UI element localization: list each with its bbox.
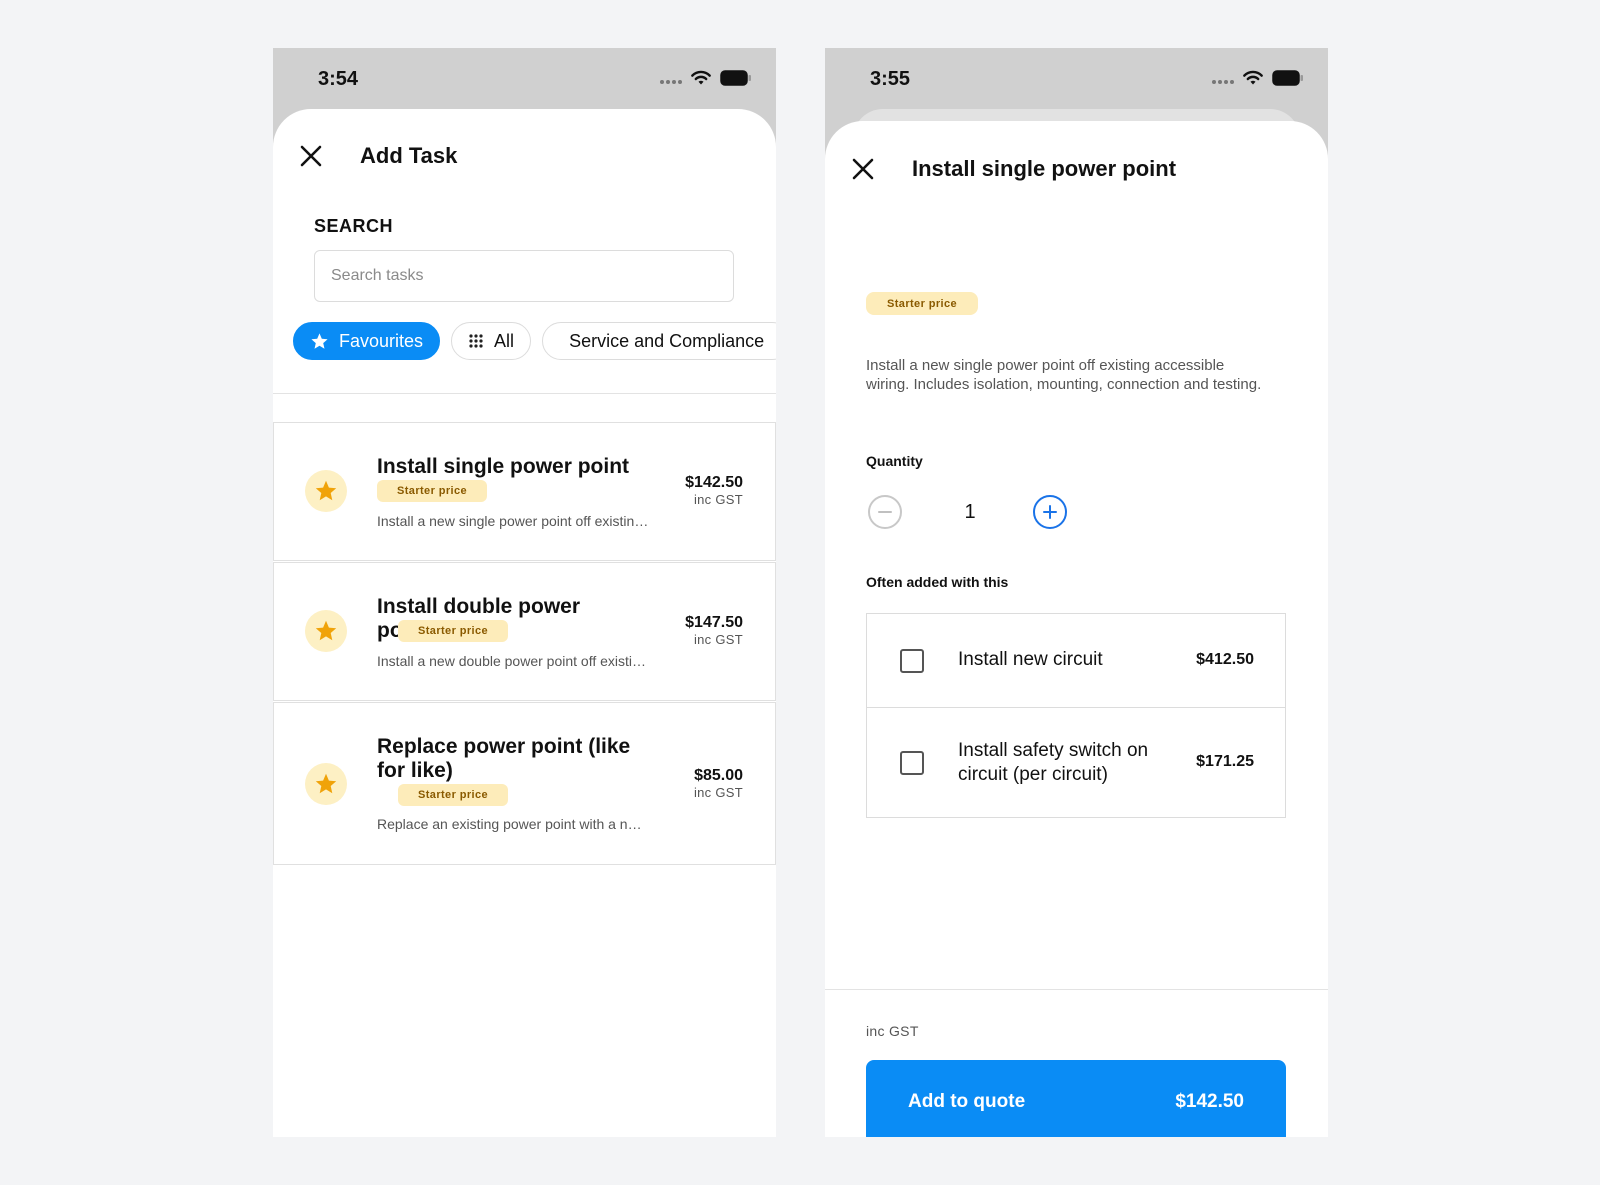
star-icon <box>315 480 337 501</box>
close-icon <box>852 158 874 180</box>
filter-all-label: All <box>494 330 515 351</box>
addon-list: Install new circuit $412.50 Install safe… <box>866 613 1286 818</box>
addon-name: Install safety switch on circuit (per ci… <box>958 740 1149 785</box>
star-icon <box>311 332 328 349</box>
starter-price-badge: Starter price <box>398 620 509 642</box>
filter-service-compliance-label: Service and Compliance <box>569 330 765 351</box>
close-icon <box>300 145 322 167</box>
grid-icon <box>469 334 483 348</box>
addon-name: Install new circuit <box>958 649 1103 670</box>
increase-quantity-button[interactable] <box>1033 495 1067 529</box>
addon-row[interactable]: Install safety switch on circuit (per ci… <box>867 708 1285 817</box>
minus-icon <box>878 511 892 513</box>
signal-icon <box>660 80 682 84</box>
bottom-sheet: Install single power point Starter price… <box>825 121 1328 1137</box>
price-note: inc GST <box>693 785 743 800</box>
task-description: Install a new double power point off exi… <box>377 653 649 669</box>
favourite-toggle[interactable] <box>305 470 347 512</box>
addons-label: Often added with this <box>866 574 1009 590</box>
task-detail-screen: 3:55 Install single power point Starter … <box>825 48 1328 1137</box>
wifi-icon <box>1243 70 1263 85</box>
task-list: Install single power point Starter price… <box>273 422 776 866</box>
task-title: Replace power point (like for like) <box>377 735 631 782</box>
starter-price-badge: Starter price <box>866 292 979 315</box>
search-label: SEARCH <box>314 216 394 236</box>
plus-icon <box>1043 505 1057 519</box>
addon-checkbox[interactable] <box>900 649 924 673</box>
task-price: $142.50 <box>685 474 743 491</box>
task-description: Install a new single power point off exi… <box>866 357 1262 393</box>
favourite-toggle[interactable] <box>305 610 347 652</box>
quantity-label: Quantity <box>866 453 923 469</box>
battery-icon <box>720 70 751 86</box>
status-time: 3:54 <box>318 68 359 90</box>
price-note: inc GST <box>693 632 743 647</box>
task-price: $147.50 <box>685 614 743 631</box>
add-to-quote-label: Add to quote <box>908 1091 1026 1112</box>
footer-note: inc GST <box>866 1023 919 1039</box>
star-icon <box>315 773 337 794</box>
task-item[interactable]: Replace power point (like for like) Star… <box>273 702 776 865</box>
wifi-icon <box>691 70 711 85</box>
add-to-quote-button[interactable]: Add to quote $142.50 <box>866 1060 1286 1137</box>
close-button[interactable] <box>296 141 326 171</box>
task-title: Install single power point <box>377 455 630 478</box>
divider <box>273 393 776 394</box>
filter-favourites-chip[interactable]: Favourites <box>293 322 441 360</box>
price-note: inc GST <box>693 492 743 507</box>
filter-favourites-label: Favourites <box>339 330 424 351</box>
starter-price-badge: Starter price <box>398 784 509 806</box>
addon-checkbox[interactable] <box>900 751 924 775</box>
footer-divider <box>825 989 1328 990</box>
addon-price: $412.50 <box>1196 651 1254 668</box>
page-title: Add Task <box>360 143 458 168</box>
status-bar: 3:55 <box>825 48 1328 110</box>
close-button[interactable] <box>848 154 878 184</box>
filter-chips: Favourites All Service and Compliance <box>293 322 776 360</box>
battery-icon <box>1272 70 1303 86</box>
status-time: 3:55 <box>870 68 911 90</box>
add-task-screen: 3:54 Add Task SEARCH Favourites All Serv… <box>273 48 776 1137</box>
filter-all-chip[interactable]: All <box>451 322 532 360</box>
status-bar: 3:54 <box>273 48 776 110</box>
task-description: Install a new single power point off exi… <box>377 513 649 529</box>
addon-row[interactable]: Install new circuit $412.50 <box>867 614 1285 708</box>
task-description: Replace an existing power point with a n… <box>377 816 649 832</box>
starter-price-badge: Starter price <box>377 480 488 502</box>
task-price: $85.00 <box>694 767 743 784</box>
filter-service-compliance-chip[interactable]: Service and Compliance <box>542 322 776 360</box>
signal-icon <box>1212 80 1234 84</box>
page-title: Install single power point <box>912 156 1177 181</box>
task-item[interactable]: Install double power point Starter price… <box>273 562 776 701</box>
quantity-value: 1 <box>964 501 976 523</box>
task-item[interactable]: Install single power point Starter price… <box>273 422 776 561</box>
bottom-sheet: Add Task SEARCH Favourites All Service a… <box>273 109 776 1137</box>
decrease-quantity-button[interactable] <box>868 495 902 529</box>
add-to-quote-price: $142.50 <box>1175 1091 1244 1112</box>
search-input[interactable] <box>314 250 734 302</box>
favourite-toggle[interactable] <box>305 763 347 805</box>
addon-price: $171.25 <box>1196 753 1254 770</box>
star-icon <box>315 620 337 641</box>
